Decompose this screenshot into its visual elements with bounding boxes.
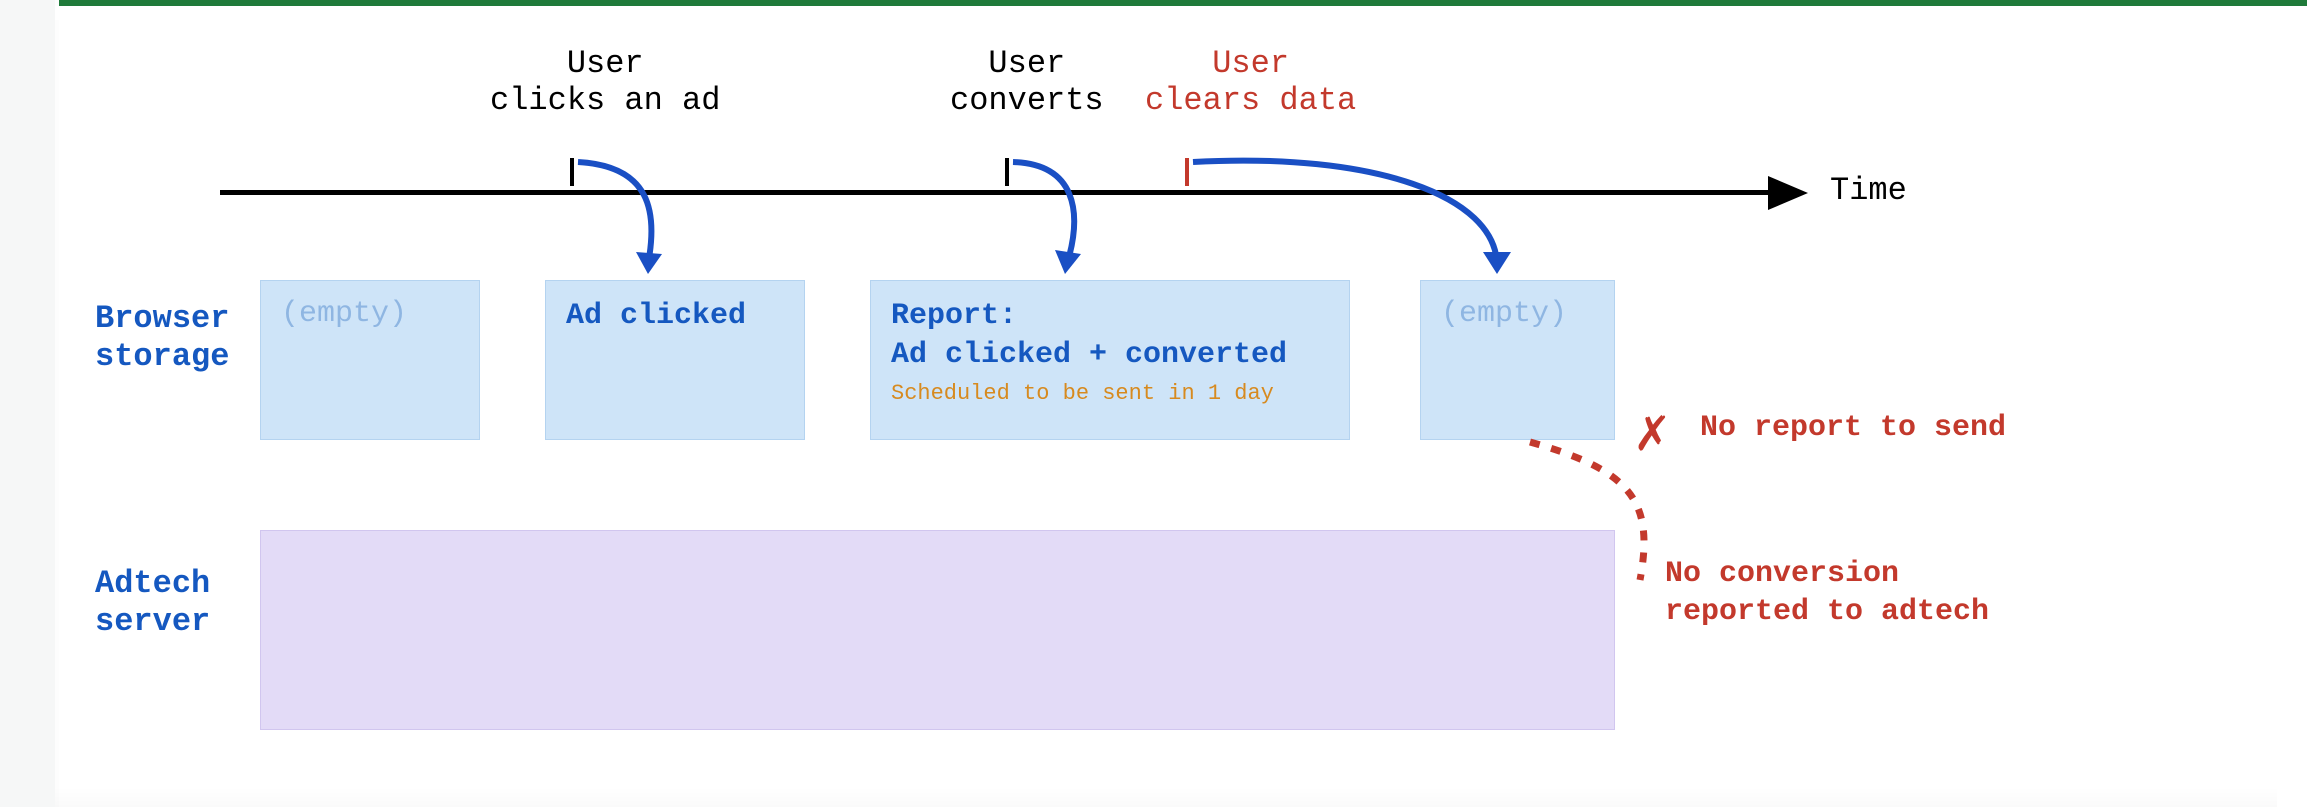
diagram-canvas: Time User clicks an ad User converts Use… — [0, 0, 2307, 807]
arrow-convert-to-storage — [1005, 156, 1165, 296]
arrow-clear-to-storage — [1185, 156, 1545, 296]
storage-state-4-text: (empty) — [1441, 297, 1594, 331]
storage-state-2-text: Ad clicked — [566, 297, 784, 336]
bottom-fade — [55, 787, 2277, 807]
row-label-adtech-server: Adtech server — [95, 565, 210, 642]
event-label-clear: User clears data — [1145, 46, 1356, 120]
row-label-browser-storage: Browser storage — [95, 300, 229, 377]
storage-state-3-schedule: Scheduled to be sent in 1 day — [891, 381, 1329, 406]
storage-state-3: Report: Ad clicked + converted Scheduled… — [870, 280, 1350, 440]
window-chrome-top-mask — [55, 6, 2307, 20]
storage-state-1-text: (empty) — [281, 297, 459, 331]
event-label-convert: User converts — [950, 46, 1104, 120]
storage-state-1: (empty) — [260, 280, 480, 440]
error-no-report: No report to send — [1700, 410, 2006, 448]
event-label-click: User clicks an ad — [490, 46, 720, 120]
failed-send-x-icon: ✗ — [1635, 396, 1669, 467]
storage-state-2: Ad clicked — [545, 280, 805, 440]
error-no-conversion: No conversion reported to adtech — [1665, 556, 1989, 631]
timeline-axis-label: Time — [1830, 172, 1907, 209]
timeline-arrowhead-icon — [1768, 170, 1818, 220]
storage-state-4: (empty) — [1420, 280, 1615, 440]
storage-state-3-title: Report: Ad clicked + converted — [891, 297, 1329, 375]
adtech-server-lane — [260, 530, 1615, 730]
window-chrome-left — [0, 0, 55, 807]
window-chrome-left-inner — [55, 0, 59, 807]
arrow-click-to-storage — [570, 156, 770, 296]
